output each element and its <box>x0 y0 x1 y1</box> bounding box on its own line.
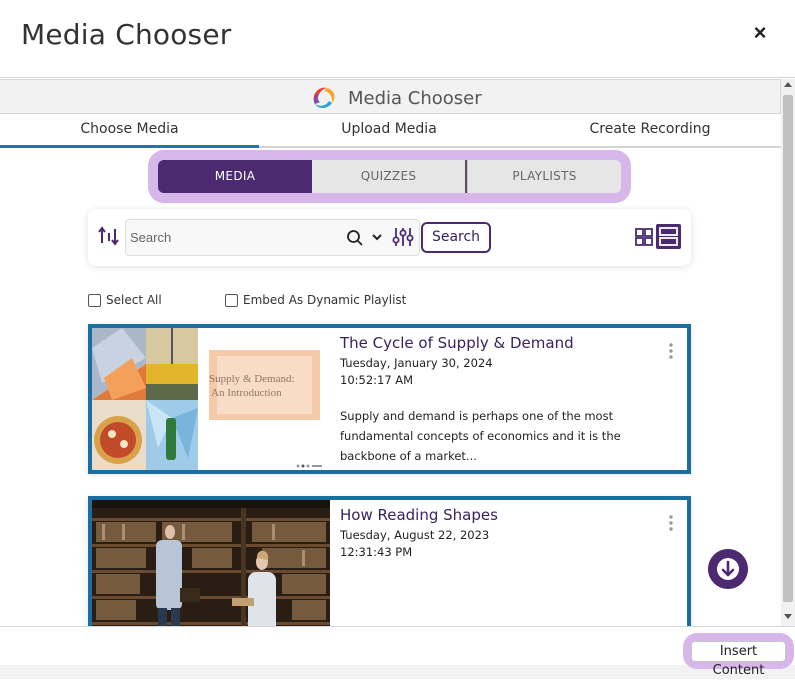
scroll-up-arrow-icon[interactable] <box>784 82 792 87</box>
search-toolbar: Search <box>88 209 691 266</box>
app-name: Media Chooser <box>348 88 482 109</box>
chevron-down-icon[interactable] <box>371 232 383 242</box>
filter-icon[interactable] <box>392 226 414 248</box>
media-card[interactable]: How Reading Shapes Tuesday, August 22, 2… <box>88 496 691 626</box>
footer-band <box>0 665 795 679</box>
media-date: Tuesday, January 30, 2024 <box>340 356 493 370</box>
media-time: 10:52:17 AM <box>340 373 414 387</box>
sort-icon[interactable] <box>98 225 120 247</box>
supply-demand-thumbnail-image: Supply & Demand: An Introduction <box>92 328 330 470</box>
tab-bar: Choose Media Upload Media Create Recordi… <box>0 114 781 148</box>
embed-playlist-checkbox[interactable] <box>225 293 238 307</box>
media-title[interactable]: The Cycle of Supply & Demand <box>340 334 574 352</box>
media-chooser-frame: Media Chooser Choose Media Upload Media … <box>0 79 795 626</box>
select-all-label: Select All <box>106 293 162 307</box>
media-thumbnail[interactable] <box>92 500 330 626</box>
insert-content-button[interactable]: Insert Content <box>691 641 786 678</box>
tab-choose-media[interactable]: Choose Media <box>0 114 259 148</box>
media-card[interactable]: Supply & Demand: An Introduction The Cyc… <box>88 324 691 474</box>
media-time: 12:31:43 PM <box>340 545 413 559</box>
app-bar: Media Chooser <box>0 79 781 114</box>
insert-content-highlight: Insert Content <box>683 633 794 678</box>
more-options-icon[interactable] <box>668 514 674 532</box>
select-all-checkbox[interactable] <box>88 293 101 307</box>
search-button[interactable]: Search <box>421 222 491 253</box>
dialog-header: Media Chooser × <box>0 0 795 78</box>
media-title[interactable]: How Reading Shapes <box>340 506 498 524</box>
close-button[interactable]: × <box>749 22 771 44</box>
scroll-down-button[interactable] <box>708 549 748 589</box>
segment-media[interactable]: MEDIA <box>158 160 312 193</box>
select-all-option[interactable]: Select All <box>88 291 162 309</box>
dialog-title: Media Chooser <box>21 18 232 51</box>
scroll-down-arrow-icon[interactable] <box>784 614 792 619</box>
grid-view-icon[interactable] <box>634 227 654 247</box>
svg-text:An Introduction: An Introduction <box>211 387 282 399</box>
scrollbar-thumb[interactable] <box>783 95 793 602</box>
svg-text:Supply & Demand:: Supply & Demand: <box>209 373 295 385</box>
media-thumbnail[interactable]: Supply & Demand: An Introduction <box>92 328 330 470</box>
embed-playlist-option[interactable]: Embed As Dynamic Playlist <box>225 291 406 309</box>
media-date: Tuesday, August 22, 2023 <box>340 528 490 542</box>
tab-upload-media[interactable]: Upload Media <box>259 114 519 148</box>
media-chooser-logo-icon <box>313 87 335 109</box>
more-options-icon[interactable] <box>668 342 674 360</box>
list-view-icon[interactable] <box>656 224 681 249</box>
search-icon[interactable] <box>346 229 364 247</box>
vertical-scrollbar[interactable] <box>781 79 795 626</box>
dialog-footer: Insert Content <box>0 626 795 679</box>
content-type-switcher: MEDIA QUIZZES PLAYLISTS <box>148 150 631 203</box>
library-thumbnail-image <box>92 500 330 626</box>
segment-playlists[interactable]: PLAYLISTS <box>468 160 621 193</box>
embed-playlist-label: Embed As Dynamic Playlist <box>243 293 407 307</box>
media-description: Supply and demand is perhaps one of the … <box>340 409 621 463</box>
tab-create-recording[interactable]: Create Recording <box>519 114 781 148</box>
segment-quizzes[interactable]: QUIZZES <box>312 160 467 193</box>
